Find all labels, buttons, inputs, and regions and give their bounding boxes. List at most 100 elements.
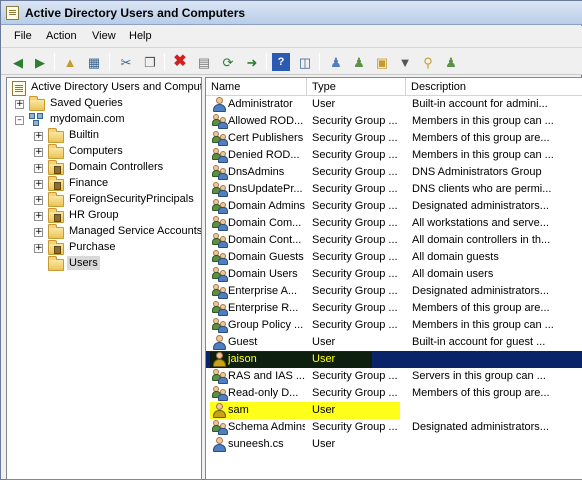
tree-item-label[interactable]: mydomain.com: [48, 112, 127, 126]
new-user-icon[interactable]: ♟: [327, 53, 345, 71]
table-row[interactable]: Domain Com... Security Group ... All works…: [206, 215, 582, 232]
cell-description: All domain controllers in th...: [412, 234, 551, 246]
group-icon: [212, 283, 228, 299]
table-row[interactable]: Guest User Built-in account for guest ...: [206, 334, 582, 351]
cell-description: Members in this group can ...: [412, 319, 554, 331]
table-row[interactable]: Domain Cont... Security Group ... All doma…: [206, 232, 582, 249]
app-window: Active Directory Users and Computers Fil…: [0, 0, 582, 480]
user-icon: [213, 437, 226, 452]
cell-type: Security Group ...: [312, 132, 398, 144]
menu-bar: File Action View Help: [1, 26, 582, 47]
cut-icon[interactable]: ✂: [117, 53, 135, 71]
table-row[interactable]: Administrator User Built-in account for ad…: [206, 96, 582, 113]
cell-type: User: [312, 353, 336, 365]
cell-description: All domain users: [412, 268, 494, 280]
expand-icon[interactable]: +: [34, 196, 43, 205]
forward-icon[interactable]: ▶: [31, 53, 49, 71]
table-row[interactable]: DnsAdmins Security Group ... DNS Administr…: [206, 164, 582, 181]
user-icon: [213, 403, 226, 418]
cell-type: Security Group ...: [312, 421, 398, 433]
show-tree-icon[interactable]: ▦: [85, 53, 103, 71]
title-bar[interactable]: Active Directory Users and Computers: [1, 1, 582, 25]
tree-item-label[interactable]: Users: [67, 256, 100, 270]
column-header-description[interactable]: Description: [406, 78, 582, 96]
table-row[interactable]: Enterprise R... Security Group ... Members…: [206, 300, 582, 317]
toolbar-separator: [164, 53, 165, 71]
table-row[interactable]: Denied ROD... Security Group ... Members i…: [206, 147, 582, 164]
add-to-group-icon[interactable]: ♟: [442, 53, 460, 71]
delete-icon[interactable]: ✖: [171, 53, 189, 71]
expand-icon[interactable]: +: [34, 148, 43, 157]
tree-item-label[interactable]: Builtin: [67, 128, 101, 142]
tree-item-label[interactable]: Domain Controllers: [67, 160, 165, 174]
menu-file[interactable]: File: [14, 30, 32, 42]
export-icon[interactable]: ➜: [243, 53, 261, 71]
menu-action[interactable]: Action: [46, 30, 77, 42]
cell-type: User: [312, 438, 336, 450]
cell-name: RAS and IAS ...: [228, 370, 305, 382]
cell-name: Administrator: [228, 98, 293, 110]
tree-item-label[interactable]: Saved Queries: [48, 96, 125, 110]
copy-icon[interactable]: ❐: [141, 53, 159, 71]
group-icon: [212, 198, 228, 214]
table-row[interactable]: Enterprise A... Security Group ... Designa…: [206, 283, 582, 300]
up-folder-icon[interactable]: ▲: [61, 53, 79, 71]
collapse-icon[interactable]: –: [15, 116, 24, 125]
table-row[interactable]: DnsUpdatePr... Security Group ... DNS clie…: [206, 181, 582, 198]
new-group-icon[interactable]: ♟: [350, 53, 368, 71]
find-icon[interactable]: ⚲: [419, 53, 437, 71]
table-row[interactable]: Domain Users Security Group ... All domain…: [206, 266, 582, 283]
table-row[interactable]: Domain Admins Security Group ... Designate…: [206, 198, 582, 215]
expand-icon[interactable]: +: [34, 164, 43, 173]
tree-item-label[interactable]: Purchase: [67, 240, 117, 254]
cell-type: Security Group ...: [312, 387, 398, 399]
tree-item-label[interactable]: Managed Service Accounts: [67, 224, 201, 238]
user-icon: [213, 97, 226, 112]
cell-name: Guest: [228, 336, 258, 348]
expand-icon[interactable]: +: [34, 244, 43, 253]
back-icon[interactable]: ◀: [9, 53, 27, 71]
user-icon: [213, 335, 226, 350]
cell-name: Enterprise R...: [228, 302, 299, 314]
cell-description: Members in this group can ...: [412, 115, 554, 127]
table-row[interactable]: RAS and IAS ... Security Group ... Servers…: [206, 368, 582, 385]
properties-icon[interactable]: ▤: [195, 53, 213, 71]
expand-icon[interactable]: +: [15, 100, 24, 109]
expand-icon[interactable]: +: [34, 180, 43, 189]
results-list[interactable]: Name Type Description Administrator User B…: [205, 77, 582, 480]
table-row[interactable]: Allowed ROD... Security Group ... Members …: [206, 113, 582, 130]
table-row[interactable]: sam User: [206, 402, 582, 419]
folder-icon: [48, 144, 64, 159]
tree-item-label[interactable]: HR Group: [67, 208, 121, 222]
new-ou-icon[interactable]: ▣: [373, 53, 391, 71]
refresh-icon[interactable]: ⟳: [219, 53, 237, 71]
table-row[interactable]: jaison User: [206, 351, 582, 368]
column-header-name[interactable]: Name: [206, 78, 307, 96]
table-row[interactable]: suneesh.cs User: [206, 436, 582, 453]
expand-icon[interactable]: +: [34, 228, 43, 237]
column-header-type[interactable]: Type: [307, 78, 406, 96]
expand-icon[interactable]: +: [34, 132, 43, 141]
tree-item-label[interactable]: Finance: [67, 176, 110, 190]
ou-icon: [48, 176, 64, 191]
aduc-app-icon: [6, 6, 19, 20]
tree-item-label[interactable]: Computers: [67, 144, 125, 158]
menu-help[interactable]: Help: [129, 30, 152, 42]
table-row[interactable]: Schema Admins Security Group ... Designate…: [206, 419, 582, 436]
console-root-icon: [12, 81, 26, 96]
table-row[interactable]: Domain Guests Security Group ... All domai…: [206, 249, 582, 266]
expand-icon[interactable]: +: [34, 212, 43, 221]
tree-root-label[interactable]: Active Directory Users and Comput: [29, 80, 201, 94]
tree-item-label[interactable]: ForeignSecurityPrincipals: [67, 192, 196, 206]
mmc-view-icon[interactable]: ◫: [296, 53, 314, 71]
filter-icon[interactable]: ▼: [396, 53, 414, 71]
table-row[interactable]: Read-only D... Security Group ... Members …: [206, 385, 582, 402]
cell-description: Members of this group are...: [412, 302, 550, 314]
table-row[interactable]: Group Policy ... Security Group ... Member…: [206, 317, 582, 334]
menu-view[interactable]: View: [92, 30, 116, 42]
console-tree[interactable]: Active Directory Users and Comput + Save…: [6, 77, 202, 480]
ou-icon: [48, 208, 64, 223]
table-row[interactable]: Cert Publishers Security Group ... Members…: [206, 130, 582, 147]
cell-name: Enterprise A...: [228, 285, 298, 297]
help-icon[interactable]: ?: [272, 53, 290, 71]
